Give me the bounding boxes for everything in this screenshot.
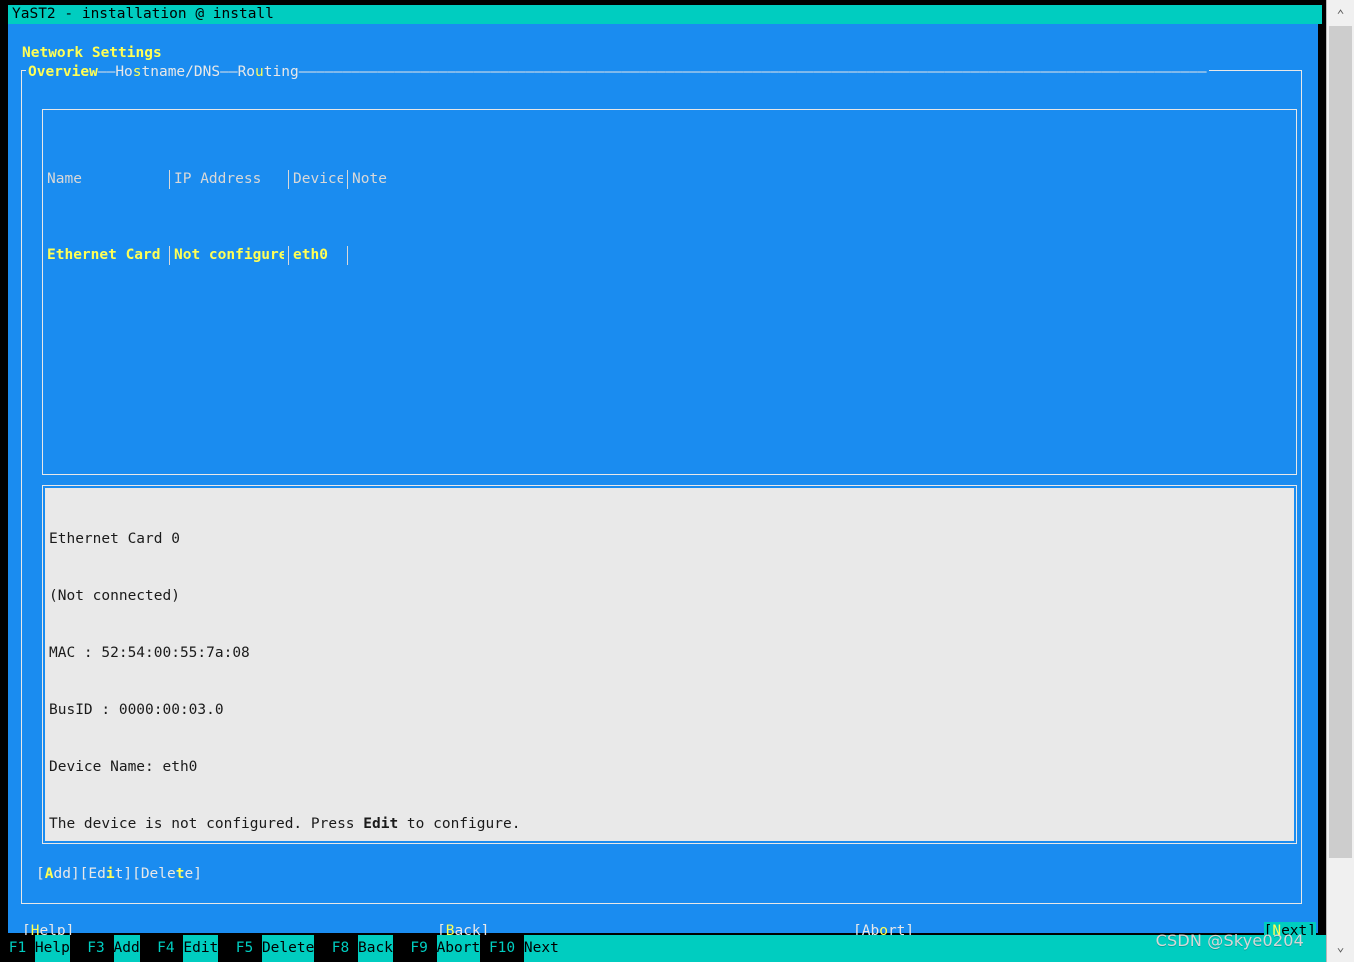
device-detail-frame: Ethernet Card 0 (Not connected) MAC : 52… <box>42 485 1297 844</box>
bracket-close: ] <box>123 866 133 882</box>
page-scrollbar[interactable]: ⌃ ⌄ <box>1326 0 1354 962</box>
tab-overview-hotkey: O <box>28 64 37 80</box>
detail-hint-line: The device is not configured. Press Edit… <box>49 815 1294 834</box>
fkey-f1-label[interactable]: Help <box>34 935 70 962</box>
window-title-bar: YaST2 - installation @ install <box>8 5 1322 24</box>
fkey-f4-label[interactable]: Edit <box>183 935 219 962</box>
detail-line: BusID : 0000:00:03.0 <box>49 702 224 718</box>
edit-button[interactable]: [Edit] <box>80 865 132 884</box>
detail-line: Ethernet Card 0 <box>49 531 180 547</box>
fkey-f8-label[interactable]: Back <box>357 935 393 962</box>
page-title: Network Settings <box>22 45 162 61</box>
tab-hostname-dns-hotkey: s <box>132 64 142 80</box>
fkey-f3-label[interactable]: Add <box>113 935 140 962</box>
function-key-bar: F1 Help F3 Add F4 Edit F5 Delete F8 Back… <box>0 935 1326 962</box>
scroll-down-glyph: ⌄ <box>1336 939 1345 955</box>
tab-trailing-rule: ————————————————————————————————————————… <box>298 64 1207 80</box>
column-divider <box>288 246 289 265</box>
tab-hostname-dns-post: tname/DNS <box>141 64 221 80</box>
table-header-row: Name IP Address Device Note <box>47 170 1296 189</box>
delete-button-pre: Dele <box>140 866 176 882</box>
window-title: YaST2 - installation @ install <box>12 6 274 22</box>
bracket-close: ] <box>70 866 80 882</box>
table-action-buttons: [Add] [Edit] [Delete] <box>36 865 202 884</box>
add-button-post: dd <box>53 866 71 882</box>
fkey-f10[interactable]: F10 <box>480 935 524 962</box>
dialog-panel: Network Settings Name IP Address Device … <box>8 24 1318 941</box>
delete-button-post: e <box>184 866 194 882</box>
tab-routing[interactable]: Routing <box>238 63 299 82</box>
column-divider <box>169 246 170 265</box>
column-header-ip-address: IP Address <box>174 171 262 187</box>
detail-hint-edit-keyword: Edit <box>363 816 399 832</box>
network-devices-table-frame: Name IP Address Device Note Ethernet Car… <box>42 109 1297 475</box>
bracket-close: ] <box>193 866 202 882</box>
tab-routing-pre: Ro <box>237 64 256 80</box>
tab-overview-post: verview <box>36 64 98 80</box>
detail-hint-post: to configure. <box>398 816 521 832</box>
chevron-up-icon[interactable]: ⌃ <box>1327 4 1354 26</box>
cell-device: eth0 <box>293 247 328 263</box>
detail-line: (Not connected) <box>49 588 180 604</box>
add-button[interactable]: [Add] <box>36 865 80 884</box>
tab-overview[interactable]: Overview <box>28 63 98 82</box>
scrollbar-track[interactable] <box>1327 26 1354 936</box>
fkey-f3[interactable]: F3 <box>69 935 114 962</box>
fkey-f8[interactable]: F8 <box>314 935 358 962</box>
detail-line: MAC : 52:54:00:55:7a:08 <box>49 645 250 661</box>
edit-button-pre: Ed <box>88 866 106 882</box>
detail-line: Device Name: eth0 <box>49 759 198 775</box>
terminal-screen: YaST2 - installation @ install Network S… <box>0 0 1326 962</box>
tab-hostname-dns-pre: Ho <box>115 64 133 80</box>
scrollbar-thumb[interactable] <box>1329 26 1352 858</box>
detail-hint-pre: The device is not configured. Press <box>49 816 364 832</box>
fkey-f1[interactable]: F1 <box>0 935 35 962</box>
watermark: CSDN @Skye0204 <box>1155 931 1304 950</box>
column-header-note: Note <box>352 171 387 187</box>
bracket-open: [ <box>132 866 141 882</box>
device-detail-panel: Ethernet Card 0 (Not connected) MAC : 52… <box>45 488 1294 841</box>
column-header-device: Device <box>293 171 343 187</box>
cell-name: Ethernet Card 0 <box>47 247 165 263</box>
fkey-f5[interactable]: F5 <box>218 935 262 962</box>
tab-routing-hotkey: u <box>255 64 264 80</box>
fkey-f4[interactable]: F4 <box>139 935 184 962</box>
delete-button[interactable]: [Delete] <box>132 865 202 884</box>
tab-divider: —— <box>97 64 116 80</box>
network-devices-table: Name IP Address Device Note Ethernet Car… <box>47 113 1296 322</box>
tab-bar: Overview —— Hostname/DNS —— Routing ————… <box>26 63 1209 82</box>
tab-routing-post: ting <box>263 64 299 80</box>
column-divider <box>347 246 348 265</box>
column-divider <box>288 170 289 189</box>
table-row[interactable]: Ethernet Card 0 Not configured eth0 <box>47 246 1296 265</box>
fkey-f9[interactable]: F9 <box>392 935 437 962</box>
fkey-f9-label[interactable]: Abort <box>436 935 481 962</box>
tab-divider: —— <box>220 64 238 80</box>
fkey-f5-label[interactable]: Delete <box>261 935 315 962</box>
bracket-open: [ <box>36 866 45 882</box>
column-divider <box>347 170 348 189</box>
tab-hostname-dns[interactable]: Hostname/DNS <box>115 63 220 82</box>
column-divider <box>169 170 170 189</box>
column-header-name: Name <box>47 171 82 187</box>
scroll-up-glyph: ⌃ <box>1336 7 1345 23</box>
edit-button-hotkey: i <box>105 866 115 882</box>
cell-ip-address: Not configured <box>174 247 284 263</box>
chevron-down-icon[interactable]: ⌄ <box>1327 936 1354 958</box>
tab-content-frame: Name IP Address Device Note Ethernet Car… <box>21 70 1302 904</box>
